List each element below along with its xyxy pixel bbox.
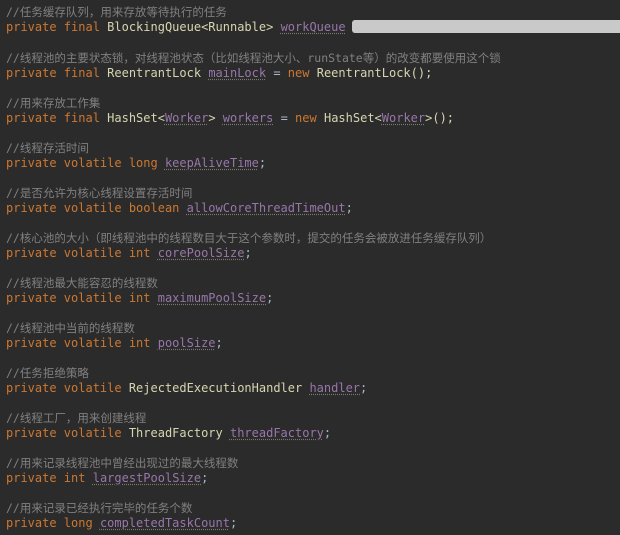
type-close: >: [208, 111, 216, 125]
code-block-thread-factory: //线程工厂，用来创建线程 private volatile ThreadFac…: [6, 411, 616, 441]
code-block-allow-core-thread-timeout: //是否允许为核心线程设置存活时间 private volatile boole…: [6, 186, 616, 216]
code-comment: //用来存放工作集: [6, 96, 101, 110]
semicolon: ;: [244, 246, 252, 260]
keyword: private final: [6, 66, 100, 80]
code-comment: //任务缓存队列，用来存放等待执行的任务: [6, 5, 227, 19]
keyword-new: new: [295, 111, 317, 125]
field-name: workers: [222, 111, 274, 125]
code-editor[interactable]: //任务缓存队列，用来存放等待执行的任务 private final Block…: [0, 0, 620, 535]
code-line[interactable]: private volatile long keepAliveTime;: [6, 156, 616, 171]
keyword-new: new: [287, 66, 310, 80]
code-comment: //是否允许为核心线程设置存活时间: [6, 186, 193, 200]
code-comment: //线程存活时间: [6, 141, 89, 155]
code-block-completed-task-count: //用来记录已经执行完毕的任务个数 private long completed…: [6, 501, 616, 531]
keyword: private final: [6, 111, 100, 125]
field-name: allowCoreThreadTimeOut: [186, 201, 346, 215]
field-name: handler: [309, 381, 361, 395]
initializer-generic: Worker: [381, 111, 426, 125]
type-generic: Worker: [164, 111, 209, 125]
code-comment: //用来记录线程池中曾经出现过的最大线程数: [6, 456, 239, 470]
code-line[interactable]: private final HashSet<Worker> workers = …: [6, 111, 616, 126]
code-block-maximum-pool-size: //线程池最大能容忍的线程数 private volatile int maxi…: [6, 276, 616, 306]
field-name: largestPoolSize: [92, 471, 202, 485]
code-block-core-pool-size: //核心池的大小（即线程池中的线程数目大于这个参数时，提交的任务会被放进任务缓存…: [6, 231, 616, 261]
code-line[interactable]: private final ReentrantLock mainLock = n…: [6, 66, 616, 81]
code-block-pool-size: //线程池中当前的线程数 private volatile int poolSi…: [6, 321, 616, 351]
field-name: threadFactory: [229, 426, 324, 440]
operator: =: [273, 111, 296, 125]
code-line[interactable]: private int largestPoolSize;: [6, 471, 616, 486]
keyword: private long: [6, 516, 93, 530]
semicolon: ;: [360, 381, 368, 395]
code-block-work-queue: //任务缓存队列，用来存放等待执行的任务 private final Block…: [6, 5, 620, 35]
field-name: corePoolSize: [157, 246, 245, 260]
semicolon: ;: [215, 336, 223, 350]
keyword: private int: [6, 471, 86, 485]
type-name: RejectedExecutionHandler: [128, 381, 303, 395]
code-line[interactable]: private volatile boolean allowCoreThread…: [6, 201, 616, 216]
initializer: HashSet<: [323, 111, 382, 125]
code-comment: //任务拒绝策略: [6, 366, 89, 380]
semicolon: ;: [229, 516, 238, 530]
code-comment: //线程池中当前的线程数: [6, 321, 135, 335]
keyword: private volatile int: [6, 246, 151, 260]
redaction-bar: [351, 20, 620, 33]
code-comment: //核心池的大小（即线程池中的线程数目大于这个参数时，提交的任务会被放进任务缓存…: [6, 231, 492, 245]
field-name: completedTaskCount: [99, 516, 230, 530]
keyword: private volatile int: [6, 336, 151, 350]
code-line[interactable]: private volatile int corePoolSize;: [6, 246, 616, 261]
code-line[interactable]: private long completedTaskCount;: [6, 516, 616, 531]
code-line[interactable]: private volatile ThreadFactory threadFac…: [6, 426, 616, 441]
keyword: private volatile: [6, 426, 122, 440]
keyword: private volatile boolean: [6, 201, 180, 215]
code-comment: //线程池最大能容忍的线程数: [6, 276, 158, 290]
code-comment: //线程工厂，用来创建线程: [6, 411, 147, 425]
keyword: private volatile int: [6, 291, 151, 305]
code-block-main-lock: //线程池的主要状态锁，对线程池状态（比如线程池大小、runState等）的改变…: [6, 51, 616, 81]
semicolon: ;: [258, 156, 267, 170]
semicolon: ;: [266, 291, 274, 305]
code-block-handler: //任务拒绝策略 private volatile RejectedExecut…: [6, 366, 616, 396]
keyword: private volatile long: [6, 156, 158, 170]
semicolon: ;: [323, 426, 332, 440]
code-line[interactable]: private volatile int maximumPoolSize;: [6, 291, 616, 306]
operator: =: [266, 66, 288, 80]
code-comment: //线程池的主要状态锁，对线程池状态（比如线程池大小、runState等）的改变…: [6, 51, 501, 65]
code-line[interactable]: private final BlockingQueue<Runnable> wo…: [6, 20, 620, 35]
field-name: mainLock: [208, 66, 267, 80]
type-name: BlockingQueue<Runnable>: [107, 20, 274, 34]
initializer-close: >();: [425, 111, 455, 125]
type-name: HashSet<: [107, 111, 165, 125]
field-name: poolSize: [157, 336, 216, 350]
code-line[interactable]: private volatile RejectedExecutionHandle…: [6, 381, 616, 396]
initializer: ReentrantLock();: [316, 66, 433, 80]
type-name: ThreadFactory: [128, 426, 223, 440]
code-comment: //用来记录已经执行完毕的任务个数: [6, 501, 193, 515]
code-line[interactable]: private volatile int poolSize;: [6, 336, 616, 351]
keyword: private final: [6, 20, 100, 34]
field-name: keepAliveTime: [164, 156, 259, 170]
code-block-workers: //用来存放工作集 private final HashSet<Worker> …: [6, 96, 616, 126]
code-block-keep-alive-time: //线程存活时间 private volatile long keepAlive…: [6, 141, 616, 171]
semicolon: ;: [345, 201, 353, 215]
keyword: private volatile: [6, 381, 122, 395]
type-name: ReentrantLock: [107, 66, 202, 80]
field-name: workQueue: [280, 20, 346, 34]
semicolon: ;: [201, 471, 209, 485]
code-block-largest-pool-size: //用来记录线程池中曾经出现过的最大线程数 private int larges…: [6, 456, 616, 486]
field-name: maximumPoolSize: [157, 291, 267, 305]
